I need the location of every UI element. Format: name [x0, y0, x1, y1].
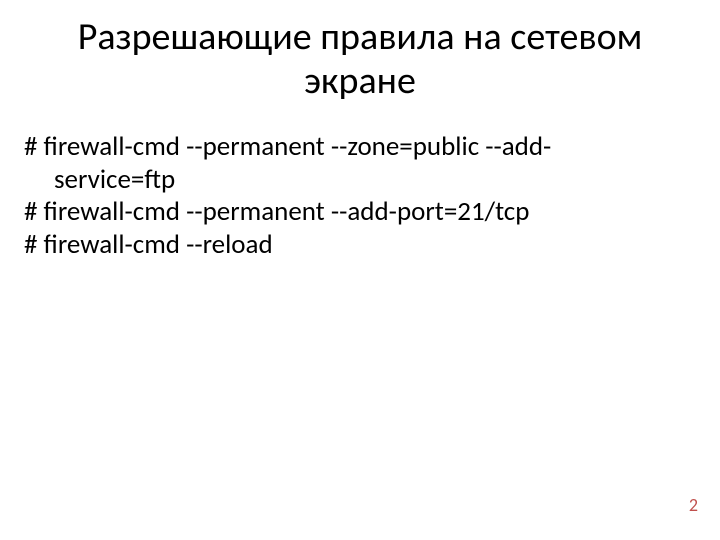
command-line-1a: # firewall-cmd --permanent --zone=public…: [24, 131, 696, 163]
command-line-2: # firewall-cmd --permanent --add-port=21…: [24, 196, 696, 228]
command-line-1b: service=ftp: [24, 164, 696, 196]
slide-body: # firewall-cmd --permanent --zone=public…: [24, 131, 696, 261]
page-number: 2: [689, 494, 698, 516]
slide-title: Разрешающие правила на сетевом экране: [24, 16, 696, 103]
command-line-3: # firewall-cmd --reload: [24, 229, 696, 261]
slide-container: Разрешающие правила на сетевом экране # …: [0, 0, 720, 540]
